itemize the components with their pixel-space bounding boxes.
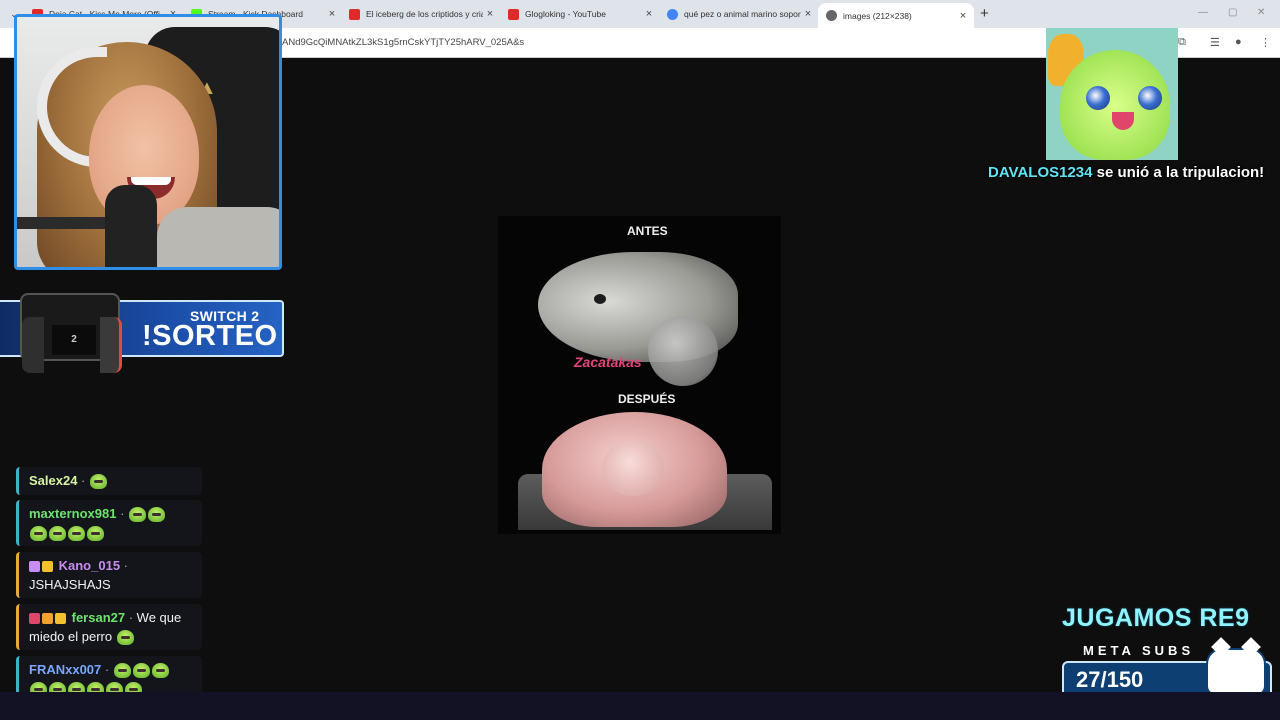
frog-emote-icon <box>90 474 107 490</box>
tab-5[interactable]: qué pez o animal marino sopor × <box>659 3 819 25</box>
close-icon[interactable]: × <box>642 8 656 20</box>
frog-emote-icon <box>113 663 131 679</box>
mascot-eye <box>1138 86 1162 110</box>
goal-title: JUGAMOS RE9 <box>1062 604 1250 632</box>
tab-3[interactable]: El iceberg de los criptidos y cria × <box>341 3 501 25</box>
globe-icon <box>826 10 837 21</box>
tab-4[interactable]: Glogloking - YouTube × <box>500 3 660 25</box>
tab-label: Glogloking - YouTube <box>525 9 606 19</box>
close-icon[interactable]: × <box>956 10 970 22</box>
chat-message: Kano_015 · JSHAJSHAJS <box>16 552 202 598</box>
watermark: Zacatakas <box>574 354 642 370</box>
mascot-eye <box>1086 86 1110 110</box>
chat-message: maxternox981 · <box>16 500 202 546</box>
frog-emote-icon <box>129 507 147 523</box>
mic-arm <box>17 217 117 229</box>
url-text[interactable]: ANd9GcQiMNAtkZL3kS1g5rnCskYTjTY25hARV_02… <box>282 37 524 48</box>
microphone-icon <box>105 185 157 267</box>
chat-message: fersan27 · We que miedo el perro <box>16 604 202 650</box>
chat-username: Salex24 <box>29 473 78 488</box>
chat-username: FRANxx007 <box>29 662 102 677</box>
profile-icon[interactable]: ● <box>1235 36 1242 48</box>
alert-username: DAVALOS1234 <box>988 164 1093 181</box>
crown-badge-icon <box>42 561 53 573</box>
chat-username: Kano_015 <box>58 558 121 573</box>
sub-badge-icon <box>29 561 40 573</box>
tab-label: images (212×238) <box>843 10 912 21</box>
frog-emote-icon <box>132 663 150 679</box>
fish-fin <box>648 316 718 386</box>
youtube-icon <box>508 8 519 20</box>
frog-emote-icon <box>49 526 66 542</box>
frog-emote-icon <box>116 630 134 646</box>
joycon-left <box>22 317 44 373</box>
label-before: ANTES <box>627 224 668 238</box>
blobfish-image: ANTES Zacatakas DESPUÉS <box>498 216 781 534</box>
goal-subtitle: META SUBS <box>1083 643 1195 658</box>
console-body: 2 <box>20 293 122 373</box>
frog-emote-icon <box>30 526 47 542</box>
label-after: DESPUÉS <box>618 392 676 406</box>
frog-emote-icon <box>87 526 104 542</box>
close-icon[interactable]: × <box>483 8 497 20</box>
close-icon[interactable]: × <box>325 8 339 20</box>
minimize-icon[interactable]: — <box>1198 7 1208 18</box>
bottom-bar <box>0 692 1280 720</box>
heart-badge-icon <box>29 613 40 625</box>
reading-list-icon[interactable]: ☰ <box>1210 36 1220 49</box>
chat-message: Salex24 · <box>16 467 202 495</box>
fish-eye <box>594 294 606 304</box>
stream-screen: { "browser": { "tabs": [ {"label": "Doja… <box>0 0 1280 720</box>
frog-emote-icon <box>148 507 166 523</box>
goal-count: 27/150 <box>1076 667 1144 692</box>
frog-emote-icon <box>68 526 85 542</box>
new-tab-button[interactable]: + <box>980 5 989 22</box>
alert-message: se unió a la tripulacion! <box>1092 164 1265 181</box>
sweater <box>157 207 279 267</box>
teeth <box>131 177 171 185</box>
blobfish-nose <box>602 440 664 496</box>
alert-badge-icon <box>42 613 53 625</box>
close-window-icon[interactable]: ✕ <box>1257 7 1265 18</box>
tab-label: El iceberg de los criptidos y cria <box>366 9 483 19</box>
crown-badge-icon <box>55 613 66 625</box>
google-icon <box>667 8 678 20</box>
chat-username: fersan27 <box>71 610 126 625</box>
switch-console-icon: 2 <box>8 283 126 373</box>
giveaway-title: !SORTEO <box>142 320 278 352</box>
menu-icon[interactable]: ⋮ <box>1260 36 1271 49</box>
console-screen: 2 <box>52 325 96 355</box>
alert-mascot <box>1046 28 1178 160</box>
extensions-icon[interactable]: ⧉ <box>1178 36 1186 49</box>
tab-label: qué pez o animal marino sopor <box>684 9 801 19</box>
joycon-right <box>100 317 122 373</box>
chat-username: maxternox981 <box>29 506 117 521</box>
cat-mascot-icon <box>1206 648 1266 696</box>
close-icon[interactable]: × <box>801 8 815 20</box>
webcam-frame: ▲ <box>14 14 282 270</box>
tab-6-active[interactable]: images (212×238) × <box>818 3 974 28</box>
frog-emote-icon <box>151 663 169 679</box>
follow-alert: DAVALOS1234 se unió a la tripulacion! <box>988 164 1264 181</box>
maximize-icon[interactable]: ▢ <box>1228 7 1237 18</box>
chat-text: JSHAJSHAJS <box>29 577 111 592</box>
youtube-icon <box>349 8 360 20</box>
